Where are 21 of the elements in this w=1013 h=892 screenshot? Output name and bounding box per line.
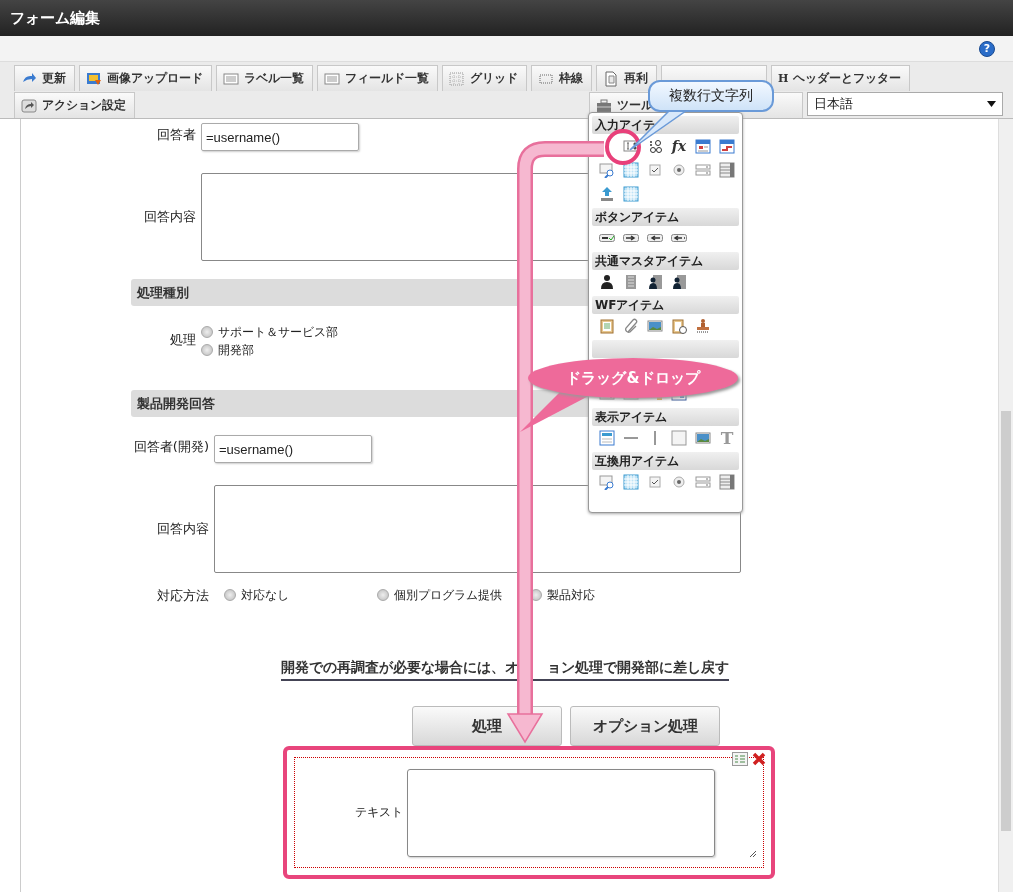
- radio-label: 個別プログラム提供: [394, 586, 502, 604]
- header-icon: H: [778, 72, 789, 85]
- radio-label: 開発部: [218, 341, 254, 359]
- palette-section-header: 表示アイテム: [592, 408, 739, 426]
- field-label: 処理: [169, 331, 197, 349]
- field-label: 回答者(開発): [132, 438, 210, 456]
- field-label: 回答内容: [143, 208, 197, 226]
- field-label: テキスト: [354, 804, 403, 821]
- radio-label: サポート＆サービス部: [218, 323, 338, 341]
- instruction-text: 開発での再調査が必要な場合には、オ: [281, 659, 519, 677]
- field-label: 回答者: [156, 126, 197, 144]
- palette-section-header: ボタンアイテム: [592, 208, 739, 226]
- instruction-text: ョン処理で開発部に差し戻す: [547, 659, 729, 677]
- window-title: フォーム編集: [10, 8, 100, 28]
- palette-section-header: 互換用アイテム: [592, 452, 739, 470]
- radio-label: 対応なし: [241, 586, 289, 604]
- palette-section-header: 共通マスタアイテム: [592, 252, 739, 270]
- radio-label: 製品対応: [547, 586, 595, 604]
- field-label: 対応方法: [156, 587, 210, 605]
- field-label: 回答内容: [156, 520, 210, 538]
- palette-section-header: WFアイテム: [592, 296, 739, 314]
